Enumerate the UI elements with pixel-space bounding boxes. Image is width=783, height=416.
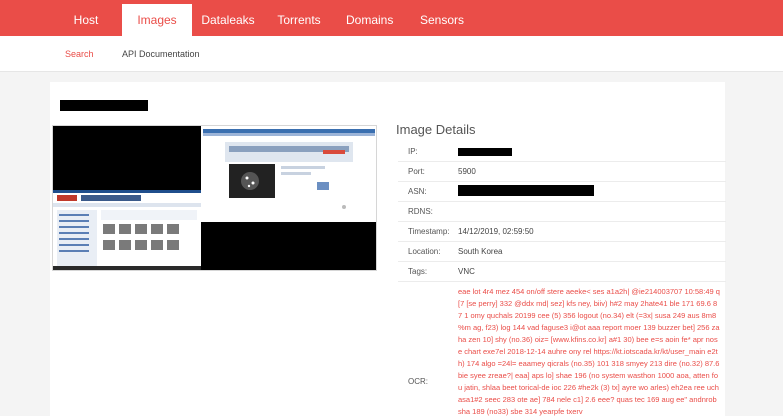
ip-label: IP: — [408, 147, 418, 156]
image-details-title: Image Details — [396, 122, 476, 137]
detail-row-asn: ASN: — [398, 182, 726, 202]
detail-row-rdns: RDNS: — [398, 202, 726, 222]
tag-vnc[interactable]: VNC — [458, 267, 475, 276]
api-documentation-link[interactable]: API Documentation — [122, 49, 200, 59]
timestamp-value: 14/12/2019, 02:59:50 — [458, 227, 534, 236]
screenshot-thumbnail[interactable] — [52, 125, 377, 271]
tab-torrents[interactable]: Torrents — [274, 0, 324, 36]
timestamp-label: Timestamp: — [408, 227, 450, 236]
search-link[interactable]: Search — [65, 49, 94, 59]
tab-dataleaks[interactable]: Dataleaks — [200, 0, 256, 36]
tab-images[interactable]: Images — [122, 4, 192, 36]
port-value: 5900 — [458, 167, 476, 176]
detail-row-ip: IP: — [398, 142, 726, 162]
top-nav: Host Images Dataleaks Torrents Domains S… — [0, 0, 783, 36]
tags-label: Tags: — [408, 267, 428, 276]
tab-domains[interactable]: Domains — [346, 0, 393, 36]
location-value: South Korea — [458, 247, 503, 256]
redacted-title — [60, 100, 148, 111]
asn-redacted-value — [458, 185, 594, 196]
detail-row-tags: Tags: VNC — [398, 262, 726, 282]
ocr-text: eae lot 4r4 mez 454 on/off stere aeeke< … — [458, 287, 720, 416]
asn-label: ASN: — [408, 187, 427, 196]
detail-row-ocr: OCR: eae lot 4r4 mez 454 on/off stere ae… — [398, 282, 726, 416]
rdns-label: RDNS: — [408, 207, 433, 216]
location-label: Location: — [408, 247, 441, 256]
detail-row-location: Location: South Korea — [398, 242, 726, 262]
sub-nav: Search API Documentation — [0, 36, 783, 72]
ip-redacted-value — [458, 148, 512, 156]
detail-row-timestamp: Timestamp: 14/12/2019, 02:59:50 — [398, 222, 726, 242]
thumbnail-desktop-image — [53, 129, 375, 270]
tab-host[interactable]: Host — [70, 0, 102, 36]
tab-sensors[interactable]: Sensors — [420, 0, 464, 36]
ocr-label: OCR: — [408, 377, 428, 386]
detail-row-port: Port: 5900 — [398, 162, 726, 182]
port-label: Port: — [408, 167, 425, 176]
